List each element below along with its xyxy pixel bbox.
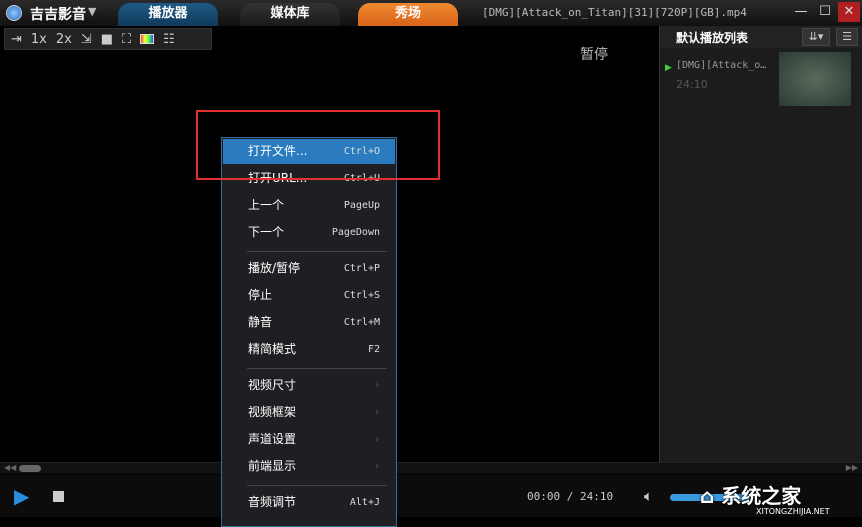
tab-player[interactable]: 播放器	[118, 3, 218, 26]
control-bar: ▶ 00:00 / 24:10 🔈︎ ⌂ 系统之家 XITONGZHIJIA.N…	[0, 475, 862, 517]
export-icon[interactable]: ⇲	[81, 32, 92, 47]
highlight-box	[196, 110, 440, 180]
menu-item-shortcut: ›	[373, 407, 380, 418]
menu-item[interactable]: 停止 Ctrl+S	[223, 283, 395, 308]
chevron-down-icon[interactable]: ▼	[88, 5, 96, 18]
playing-icon: ▶	[665, 63, 672, 73]
time-display: 00:00 / 24:10	[527, 490, 614, 503]
menu-separator	[247, 485, 387, 486]
menu-item-shortcut: ›	[373, 380, 380, 391]
menu-item-shortcut: Ctrl+M	[343, 317, 380, 328]
menu-item-shortcut: PageUp	[343, 200, 380, 211]
pause-overlay: 暂停	[580, 47, 608, 63]
menu-item-shortcut: Ctrl+P	[343, 263, 380, 274]
menu-item[interactable]: 视频框架 ›	[223, 400, 395, 425]
menu-item-label: 精简模式	[248, 342, 297, 356]
context-menu: 打开文件... Ctrl+O 打开URL... Ctrl+U 上一个 PageUp 下一个 P…	[221, 137, 397, 527]
menu-item[interactable]: 前端显示 ›	[223, 454, 395, 479]
menu-item[interactable]: 视频尺寸 ›	[223, 373, 395, 398]
pin-icon[interactable]: ⇥	[11, 32, 22, 47]
tab-media-library[interactable]: 媒体库	[240, 3, 340, 26]
menu-item-shortcut: ›	[373, 461, 380, 472]
fullscreen-icon[interactable]: ⛶	[122, 32, 131, 47]
app-name[interactable]: 吉吉影音	[30, 4, 86, 24]
volume-icon[interactable]: 🔈︎	[644, 487, 653, 505]
speed-1x-button[interactable]: 1x	[31, 32, 47, 47]
forward-icon[interactable]: ▶▶	[846, 463, 858, 472]
playlist-title[interactable]: 默认播放列表	[676, 29, 748, 46]
stop-button[interactable]	[53, 491, 64, 502]
menu-item-label: 下一个	[248, 225, 285, 239]
sort-button[interactable]: ⇊▾	[802, 28, 830, 46]
menu-icon[interactable]: ☰	[836, 28, 858, 46]
watermark-logo: ⌂ 系统之家	[700, 484, 802, 508]
menu-item-shortcut: Ctrl+S	[343, 290, 380, 301]
menu-item-label: 静音	[248, 315, 273, 329]
menu-separator	[247, 251, 387, 252]
video-toolbar: ⇥ 1x 2x ⇲ ■ ⛶ ☷	[4, 28, 212, 50]
menu-item[interactable]: 声道设置 ›	[223, 427, 395, 452]
play-button[interactable]: ▶	[14, 484, 29, 508]
menu-item-label: 前端显示	[248, 459, 297, 473]
menu-separator	[247, 368, 387, 369]
minimize-button[interactable]: —	[790, 2, 812, 22]
camera-icon[interactable]: ■	[101, 32, 113, 47]
menu-item-label: 视频框架	[248, 405, 297, 419]
thumbnail	[779, 52, 851, 106]
menu-item[interactable]: 音频调节 Alt+J	[223, 490, 395, 515]
menu-item[interactable]: 上一个 PageUp	[223, 193, 395, 218]
playlist-panel: 默认播放列表 ⇊▾ ☰ ▶ [DMG][Attack_o… 24:10	[659, 26, 862, 462]
menu-item-shortcut: F2	[367, 344, 380, 355]
menu-item-label: 声道设置	[248, 432, 297, 446]
menu-item-shortcut: ›	[373, 434, 380, 445]
menu-item-label: 音频调节	[248, 495, 297, 509]
window-title: [DMG][Attack_on_Titan][31][720P][GB].mp4	[482, 6, 747, 19]
maximize-button[interactable]: ☐	[814, 2, 836, 22]
playlist-item-duration: 24:10	[676, 78, 708, 91]
close-button[interactable]: ✕	[838, 2, 860, 22]
menu-item[interactable]: 精简模式 F2	[223, 337, 395, 362]
speed-2x-button[interactable]: 2x	[56, 32, 72, 47]
color-icon[interactable]	[140, 34, 155, 44]
menu-item[interactable]: 下一个 PageDown	[223, 220, 395, 245]
menu-item-label: 上一个	[248, 198, 285, 212]
layout-icon[interactable]: ☷	[163, 32, 175, 47]
menu-item-label: 停止	[248, 288, 273, 302]
tab-show[interactable]: 秀场	[358, 3, 458, 26]
seek-bar[interactable]: ◀◀ ▶▶	[0, 462, 862, 474]
menu-item-label: 播放/暂停	[248, 261, 301, 275]
menu-item[interactable]: 静音 Ctrl+M	[223, 310, 395, 335]
menu-item-shortcut: Alt+J	[349, 497, 380, 508]
rewind-icon[interactable]: ◀◀	[4, 463, 16, 472]
seek-handle[interactable]	[19, 465, 41, 472]
app-logo-icon[interactable]	[6, 5, 22, 21]
menu-item-label: 视频尺寸	[248, 378, 297, 392]
playlist-item-title: [DMG][Attack_o…	[676, 60, 767, 71]
title-bar: 吉吉影音 ▼ 播放器 媒体库 秀场 [DMG][Attack_on_Titan]…	[0, 0, 862, 26]
menu-item[interactable]: 播放/暂停 Ctrl+P	[223, 256, 395, 281]
menu-item-shortcut: PageDown	[331, 227, 380, 238]
watermark-url: XITONGZHIJIA.NET	[756, 507, 830, 516]
